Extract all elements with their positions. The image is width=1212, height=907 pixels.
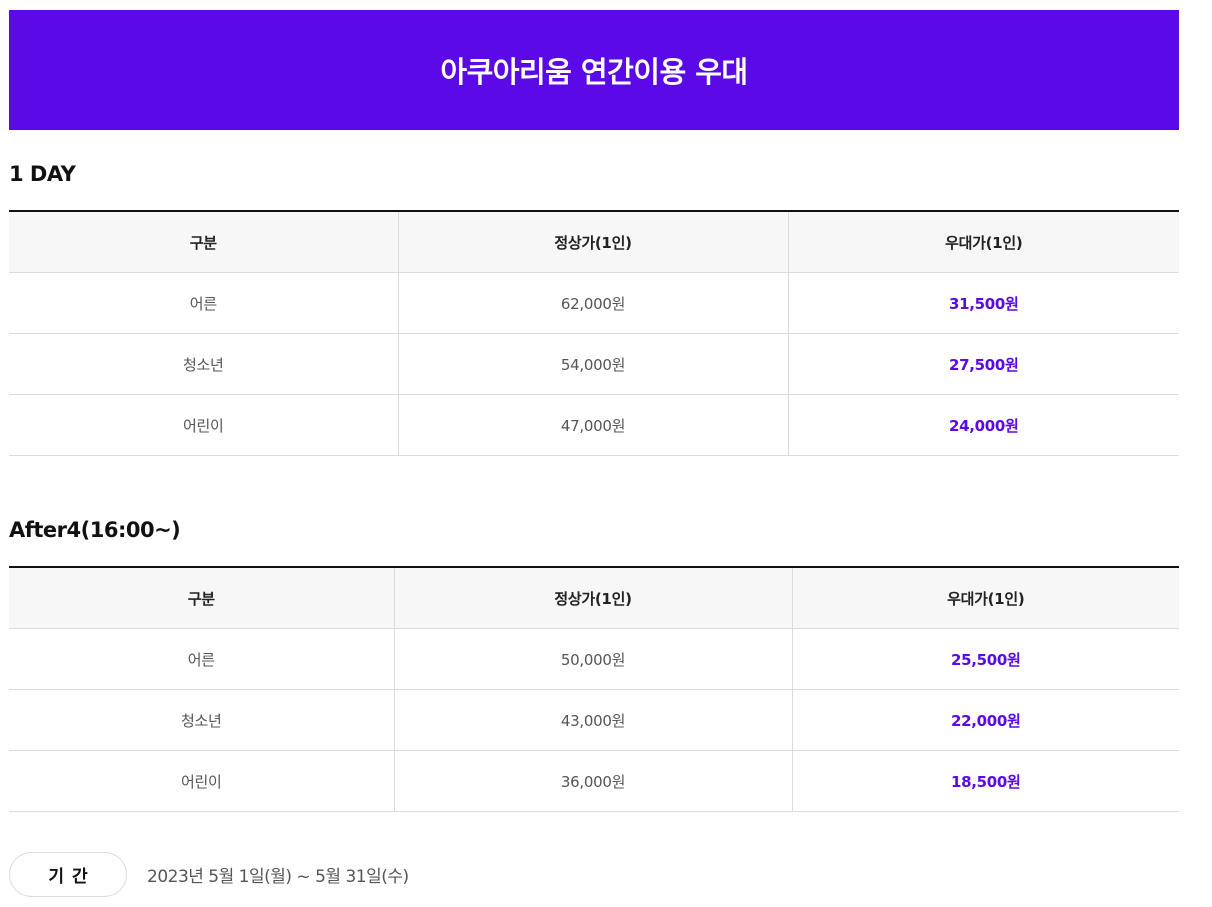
section-title-1day: 1 DAY	[9, 162, 76, 186]
discount-price-cell: 18,500원	[791, 750, 1179, 812]
table-header-row: 구분 정상가(1인) 우대가(1인)	[9, 211, 1179, 273]
discount-price-cell: 27,500원	[787, 333, 1179, 395]
table-row: 어른 62,000원 31,500원	[9, 272, 1179, 334]
header-category: 구분	[9, 567, 394, 629]
page-title: 아쿠아리움 연간이용 우대	[440, 55, 748, 89]
header-regular-price: 정상가(1인)	[393, 567, 792, 629]
regular-price-cell: 36,000원	[393, 750, 792, 812]
category-cell: 어른	[9, 628, 394, 690]
regular-price-cell: 50,000원	[393, 628, 792, 690]
title-banner: 아쿠아리움 연간이용 우대	[9, 10, 1179, 130]
category-cell: 어른	[9, 272, 398, 334]
header-category: 구분	[9, 211, 398, 273]
table-row: 청소년 54,000원 27,500원	[9, 333, 1179, 395]
category-cell: 청소년	[9, 689, 394, 751]
regular-price-cell: 54,000원	[397, 333, 788, 395]
discount-price-cell: 25,500원	[791, 628, 1179, 690]
period-dates: 2023년 5월 1일(월) ~ 5월 31일(수)	[147, 867, 409, 887]
regular-price-cell: 43,000원	[393, 689, 792, 751]
discount-price-cell: 31,500원	[787, 272, 1179, 334]
header-discount-price: 우대가(1인)	[791, 567, 1179, 629]
page-container: 아쿠아리움 연간이용 우대 1 DAY 구분 정상가(1인) 우대가(1인) 어…	[9, 10, 1179, 897]
table-row: 어린이 36,000원 18,500원	[9, 750, 1179, 812]
table-row: 어른 50,000원 25,500원	[9, 628, 1179, 690]
category-cell: 어린이	[9, 750, 394, 812]
header-discount-price: 우대가(1인)	[787, 211, 1179, 273]
period-label-badge: 기간	[9, 852, 127, 897]
price-table-1day: 구분 정상가(1인) 우대가(1인) 어른 62,000원 31,500원 청소…	[9, 210, 1179, 456]
table-header-row: 구분 정상가(1인) 우대가(1인)	[9, 567, 1179, 629]
discount-price-cell: 22,000원	[791, 689, 1179, 751]
category-cell: 청소년	[9, 333, 398, 395]
regular-price-cell: 62,000원	[397, 272, 788, 334]
regular-price-cell: 47,000원	[397, 394, 788, 456]
period-info: 기간 2023년 5월 1일(월) ~ 5월 31일(수)	[9, 852, 409, 897]
header-regular-price: 정상가(1인)	[397, 211, 788, 273]
table-row: 청소년 43,000원 22,000원	[9, 689, 1179, 751]
category-cell: 어린이	[9, 394, 398, 456]
table-row: 어린이 47,000원 24,000원	[9, 394, 1179, 456]
discount-price-cell: 24,000원	[787, 394, 1179, 456]
section-title-after4: After4(16:00~)	[9, 518, 181, 542]
price-table-after4: 구분 정상가(1인) 우대가(1인) 어른 50,000원 25,500원 청소…	[9, 566, 1179, 812]
